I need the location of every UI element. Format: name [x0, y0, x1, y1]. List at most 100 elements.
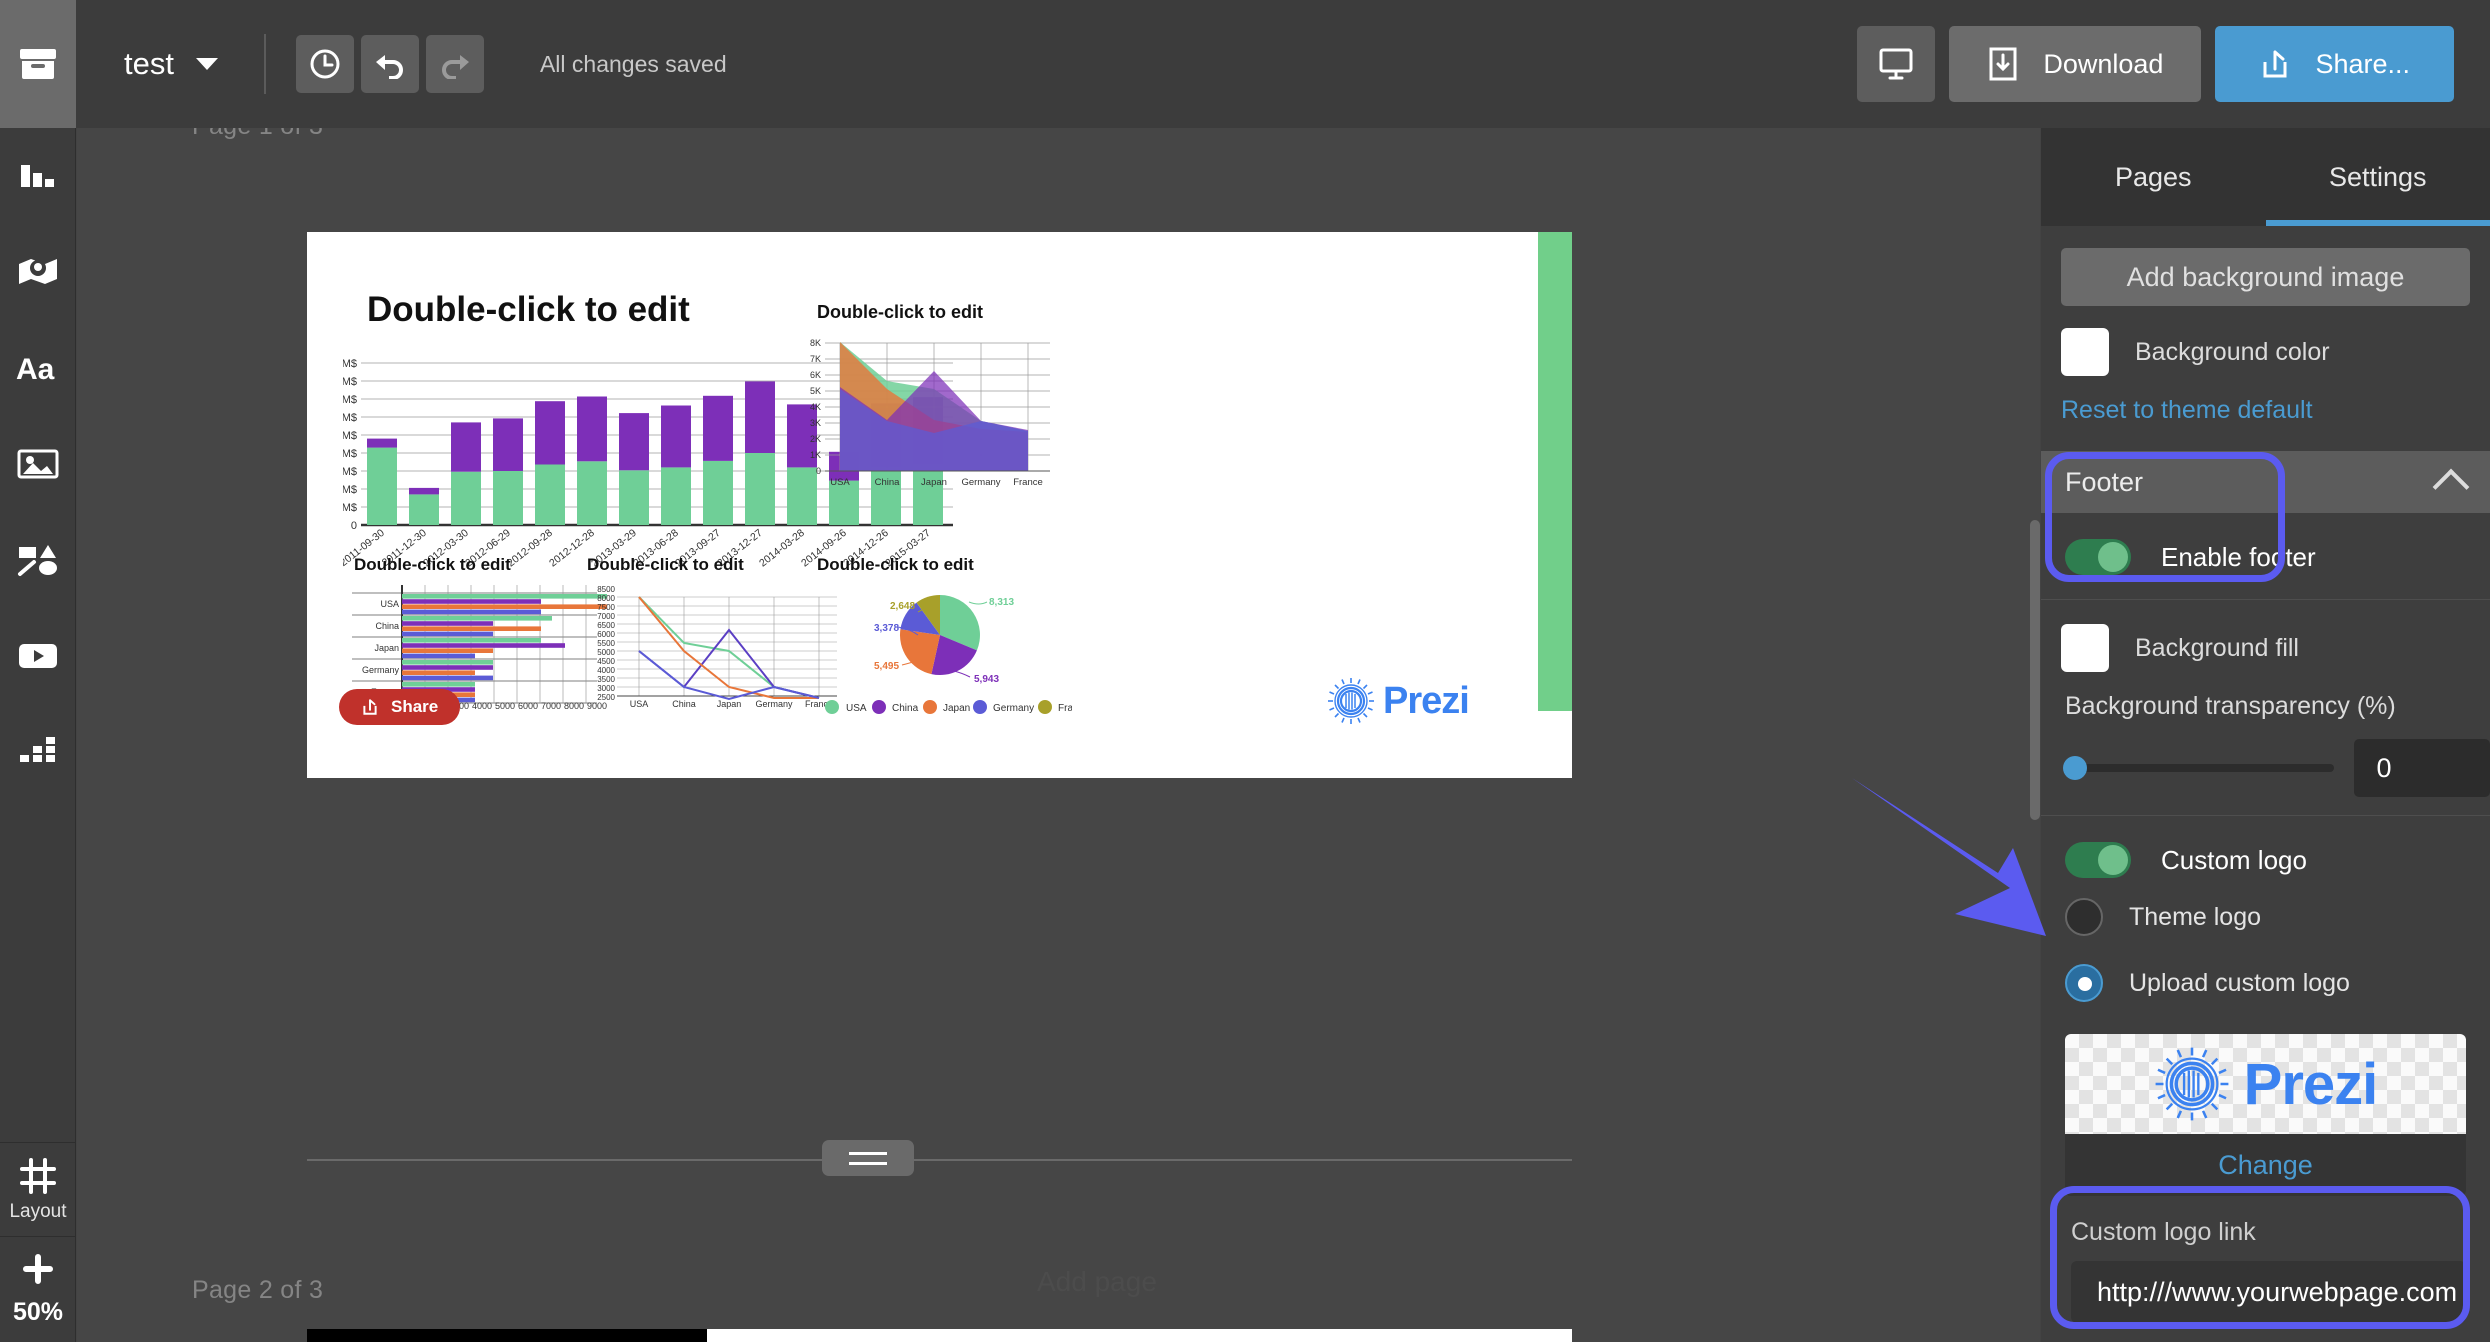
zoom-control[interactable]: 50%: [0, 1236, 76, 1342]
slide-canvas[interactable]: Page 1 of 3 Double-click to edit 45M$ 40…: [77, 128, 2040, 1342]
line-chart-title[interactable]: Double-click to edit: [587, 555, 744, 575]
slide-title[interactable]: Double-click to edit: [367, 290, 690, 330]
redo-icon: [442, 55, 469, 79]
text-Aa-icon: Aa: [16, 353, 55, 383]
tab-pages[interactable]: Pages: [2041, 128, 2266, 226]
svg-text:Germany: Germany: [961, 477, 1000, 488]
svg-text:4K: 4K: [810, 402, 821, 412]
svg-text:7000: 7000: [597, 612, 615, 621]
theme-logo-row[interactable]: Theme logo: [2041, 884, 2490, 950]
sidebar-item-video[interactable]: [0, 608, 76, 704]
plus-icon: [23, 1254, 53, 1284]
slide-2-black-block: [307, 1329, 707, 1342]
svg-text:3K: 3K: [810, 418, 821, 428]
slide-logo-text: Prezi: [1383, 679, 1470, 722]
download-button[interactable]: Download: [1949, 26, 2202, 102]
svg-text:USA: USA: [830, 477, 850, 488]
chart-area[interactable]: 8K 7K 6K 5K 4K 3K 2K 1K 0 USA China Japa…: [805, 332, 1055, 492]
change-logo-button[interactable]: Change: [2065, 1134, 2466, 1196]
sidebar-item-text[interactable]: Aa: [0, 320, 76, 416]
present-button[interactable]: [1857, 26, 1936, 102]
upload-custom-logo-radio[interactable]: [2065, 964, 2103, 1002]
add-page-label: Add page: [1037, 1266, 1157, 1297]
shapes-icon: [17, 545, 57, 576]
ytick: 35M$: [343, 394, 357, 406]
page-1-label: Page 1 of 3: [192, 128, 323, 141]
slide-accent-stripe: [1538, 232, 1572, 711]
chevron-down-icon: [195, 58, 218, 70]
add-page-button[interactable]: Add page: [1037, 1266, 1157, 1298]
map-pin-icon: [18, 259, 57, 284]
canvas-scrollbar[interactable]: [2030, 520, 2040, 820]
canvas-splitter-handle[interactable]: [822, 1140, 914, 1176]
svg-text:8000: 8000: [597, 594, 615, 603]
background-fill-label: Background fill: [2135, 633, 2299, 662]
sidebar-item-images[interactable]: [0, 416, 76, 512]
redo-button[interactable]: [425, 35, 484, 93]
share-arrow-icon: [2263, 50, 2287, 78]
theme-logo-radio[interactable]: [2065, 898, 2103, 936]
svg-text:2500: 2500: [597, 693, 615, 702]
svg-text:2K: 2K: [810, 434, 821, 444]
custom-logo-preview: Prezi: [2065, 1034, 2466, 1134]
sidebar-item-shapes[interactable]: [0, 512, 76, 608]
pie-chart-title[interactable]: Double-click to edit: [817, 555, 974, 575]
svg-text:3500: 3500: [597, 675, 615, 684]
sidebar-item-maps[interactable]: [0, 224, 76, 320]
svg-text:5500: 5500: [597, 639, 615, 648]
background-color-swatch[interactable]: [2061, 328, 2109, 376]
tab-settings[interactable]: Settings: [2265, 128, 2490, 226]
slide-page-2[interactable]: [307, 1329, 1572, 1342]
bar-chart-icon: [20, 165, 54, 187]
background-transparency-row: 0: [2041, 721, 2490, 815]
custom-logo-preview-text: Prezi: [2243, 1051, 2379, 1117]
pie-label: 5,495: [874, 661, 899, 672]
archive-box-icon: [20, 49, 56, 79]
rail-bottom-group: Layout 50%: [0, 1142, 76, 1342]
svg-text:8K: 8K: [810, 338, 821, 348]
document-title-dropdown[interactable]: test: [124, 46, 218, 82]
ytick: 40M$: [343, 376, 357, 388]
area-chart-title[interactable]: Double-click to edit: [817, 302, 983, 323]
slide-share-button[interactable]: Share: [339, 689, 461, 725]
svg-text:Japan: Japan: [943, 703, 970, 714]
theme-logo-label: Theme logo: [2129, 902, 2262, 931]
ytick: 0: [351, 520, 357, 532]
footer-section-header[interactable]: Footer: [2041, 451, 2490, 513]
svg-text:China: China: [875, 477, 901, 488]
layout-button[interactable]: Layout: [0, 1142, 76, 1236]
reset-to-theme-default-link[interactable]: Reset to theme default: [2041, 376, 2490, 425]
custom-logo-link-input[interactable]: http:///www.yourwebpage.com: [2071, 1261, 2466, 1323]
version-history-button[interactable]: [295, 35, 354, 93]
background-transparency-slider[interactable]: [2063, 756, 2335, 780]
ytick: 20M$: [343, 448, 357, 460]
hbars: [402, 594, 607, 703]
hbar-chart-title[interactable]: Double-click to edit: [354, 555, 511, 575]
sidebar-item-charts[interactable]: [0, 128, 76, 224]
chart-pie[interactable]: 8,313 5,943 5,495 3,378 2,648 USA China …: [802, 577, 1090, 717]
svg-text:China: China: [892, 703, 919, 714]
svg-text:6000: 6000: [597, 630, 615, 639]
sidebar-item-grid[interactable]: [0, 704, 76, 800]
enable-footer-label: Enable footer: [2161, 541, 2316, 572]
background-transparency-value[interactable]: 0: [2354, 739, 2490, 797]
share-button[interactable]: Share...: [2215, 26, 2454, 102]
background-fill-swatch[interactable]: [2061, 624, 2109, 672]
slide-page-1[interactable]: Double-click to edit 45M$ 40M$ 35M$ 30M$…: [307, 232, 1572, 778]
undo-button[interactable]: [360, 35, 419, 93]
add-background-image-button[interactable]: Add background image: [2061, 248, 2470, 306]
pie-label: 8,313: [989, 597, 1014, 608]
document-title: test: [124, 46, 174, 81]
slider-knob[interactable]: [2063, 756, 2087, 780]
svg-text:China: China: [672, 699, 696, 709]
custom-logo-label: Custom logo: [2161, 844, 2307, 875]
home-button[interactable]: [0, 0, 76, 128]
xtick: 2012-09-28: [505, 527, 555, 570]
upload-custom-logo-row[interactable]: Upload custom logo: [2041, 950, 2490, 1016]
pie-label: 5,943: [974, 674, 999, 685]
custom-logo-toggle[interactable]: [2065, 842, 2131, 878]
svg-text:7K: 7K: [810, 354, 821, 364]
undo-icon: [375, 55, 403, 79]
enable-footer-toggle[interactable]: [2065, 539, 2131, 575]
svg-text:8500: 8500: [597, 585, 615, 594]
